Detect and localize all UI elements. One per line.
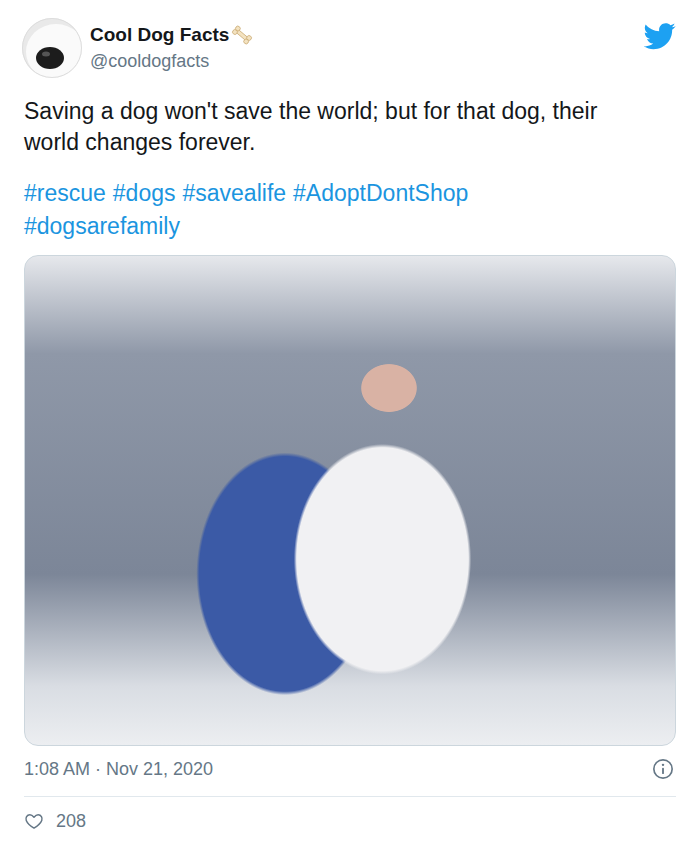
tweet-meta: 1:08 AM · Nov 21, 2020 <box>24 756 676 782</box>
divider <box>24 796 676 797</box>
bone-icon <box>231 24 253 46</box>
hashtag[interactable]: #AdoptDontShop <box>293 178 468 208</box>
hashtag[interactable]: #rescue <box>24 178 106 208</box>
tweet-card: Cool Dog Facts @cooldogfacts Saving a do… <box>0 0 700 856</box>
avatar-icon[interactable] <box>22 18 82 78</box>
twitter-bird-icon[interactable] <box>644 20 676 52</box>
hashtag[interactable]: #dogs <box>113 178 176 208</box>
tweet-text: Saving a dog won't save the world; but f… <box>24 96 639 158</box>
heart-icon[interactable] <box>24 811 44 831</box>
like-row: 208 <box>24 809 676 833</box>
hashtag-list: #rescue#dogs#savealife#AdoptDontShop #dog… <box>24 178 614 241</box>
author-info: Cool Dog Facts @cooldogfacts <box>90 18 636 74</box>
like-count: 208 <box>56 809 86 833</box>
author-handle[interactable]: @cooldogfacts <box>90 48 636 74</box>
tweet-header: Cool Dog Facts @cooldogfacts <box>22 18 676 78</box>
hashtag[interactable]: #savealife <box>183 178 287 208</box>
info-icon[interactable] <box>652 758 674 780</box>
hashtag[interactable]: #dogsarefamily <box>24 211 180 241</box>
tweet-photo[interactable] <box>24 255 676 746</box>
author-name[interactable]: Cool Dog Facts <box>90 22 229 48</box>
timestamp[interactable]: 1:08 AM · Nov 21, 2020 <box>24 756 213 782</box>
